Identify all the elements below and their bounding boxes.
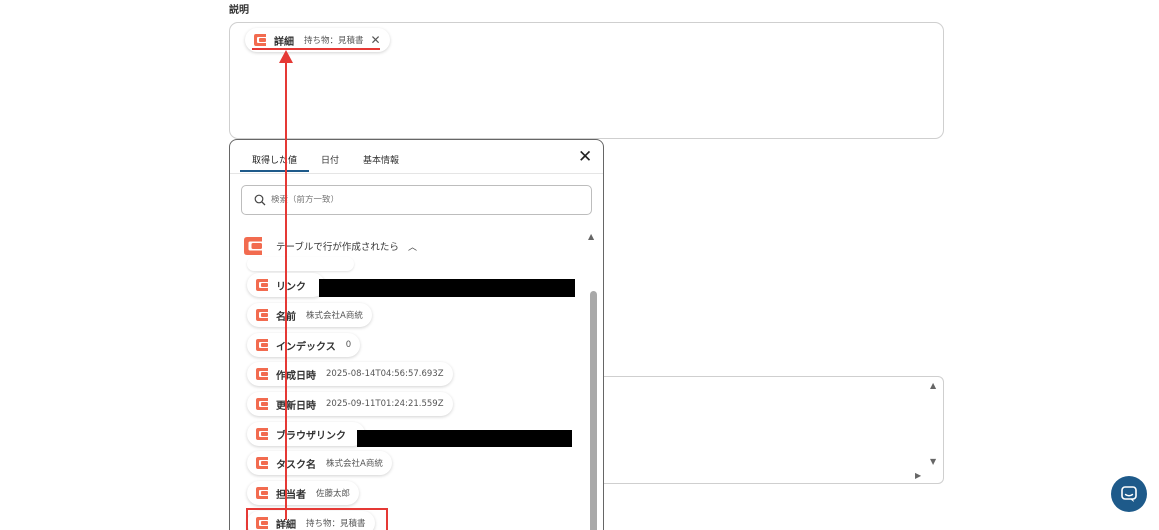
- app-logo-icon: [256, 428, 268, 440]
- secondary-textarea[interactable]: [603, 376, 944, 484]
- group-header[interactable]: テーブルで行が作成されたら ︿: [244, 237, 417, 255]
- annotation-underline: [252, 48, 380, 50]
- search-icon: [254, 194, 266, 206]
- list-item[interactable]: タスク名 株式会社A商統: [247, 451, 392, 475]
- close-icon[interactable]: ✕: [371, 33, 381, 47]
- item-value: 株式会社A商統: [326, 459, 383, 469]
- search-input[interactable]: [271, 195, 571, 205]
- item-label: タスク名: [276, 459, 316, 471]
- tab-date[interactable]: 日付: [309, 150, 351, 172]
- app-logo-icon: [256, 368, 268, 380]
- scroll-right-icon[interactable]: ▶: [915, 471, 921, 480]
- item-value: 2025-08-14T04:56:57.693Z: [326, 369, 444, 379]
- item-value: 佐藤太郎: [316, 489, 351, 499]
- app-logo-icon: [256, 398, 268, 410]
- search-field[interactable]: [241, 185, 592, 215]
- list-item[interactable]: インデックス 0: [247, 333, 361, 357]
- annotation-arrow: [285, 60, 287, 520]
- list-item[interactable]: 担当者 佐藤太郎: [247, 481, 360, 505]
- list-item[interactable]: ブラウザリンク: [247, 422, 365, 446]
- group-title: テーブルで行が作成されたら: [276, 242, 399, 253]
- annotation-arrow-head: [279, 50, 293, 63]
- app-logo-icon: [244, 237, 262, 255]
- tab-retrieved-values[interactable]: 取得した値: [240, 150, 310, 172]
- item-label: リンク: [276, 281, 306, 293]
- app-logo-icon: [254, 34, 266, 46]
- tab-basic-info[interactable]: 基本情報: [351, 150, 411, 172]
- close-icon[interactable]: ✕: [578, 147, 592, 167]
- app-logo-icon: [256, 339, 268, 351]
- chip-label: 詳細: [274, 36, 294, 48]
- scroll-down-icon[interactable]: ▼: [930, 457, 936, 466]
- list-item-partial: [247, 257, 354, 271]
- item-label: 作成日時: [276, 370, 316, 382]
- app-logo-icon: [256, 309, 268, 321]
- chevron-up-icon[interactable]: ︿: [408, 240, 417, 253]
- item-value: 2025-09-11T01:24:21.559Z: [326, 399, 444, 409]
- chip-value: 持ち物：見積書: [304, 36, 364, 46]
- list-item[interactable]: 名前 株式会社A商統: [247, 303, 372, 327]
- item-label: 更新日時: [276, 400, 316, 412]
- field-label: 説明: [229, 5, 249, 16]
- app-logo-icon: [256, 487, 268, 499]
- scroll-up-icon[interactable]: ▲: [588, 232, 594, 241]
- list-item[interactable]: 更新日時 2025-09-11T01:24:21.559Z: [247, 392, 453, 416]
- redaction-bar: [319, 279, 575, 297]
- picker-tabs: 取得した値 日付 基本情報: [240, 150, 411, 172]
- item-value: 株式会社A商統: [306, 311, 363, 321]
- list-item[interactable]: 作成日時 2025-08-14T04:56:57.693Z: [247, 362, 453, 386]
- redaction-bar: [357, 430, 572, 447]
- chat-icon: [1121, 486, 1137, 502]
- chat-support-button[interactable]: [1111, 476, 1147, 512]
- item-label: 担当者: [276, 489, 306, 501]
- item-value: 0: [345, 340, 352, 350]
- annotation-highlight-box: [246, 508, 388, 530]
- app-logo-icon: [256, 279, 268, 291]
- app-logo-icon: [256, 457, 268, 469]
- scroll-up-icon[interactable]: ▲: [930, 381, 936, 390]
- scrollbar-thumb[interactable]: [590, 291, 597, 530]
